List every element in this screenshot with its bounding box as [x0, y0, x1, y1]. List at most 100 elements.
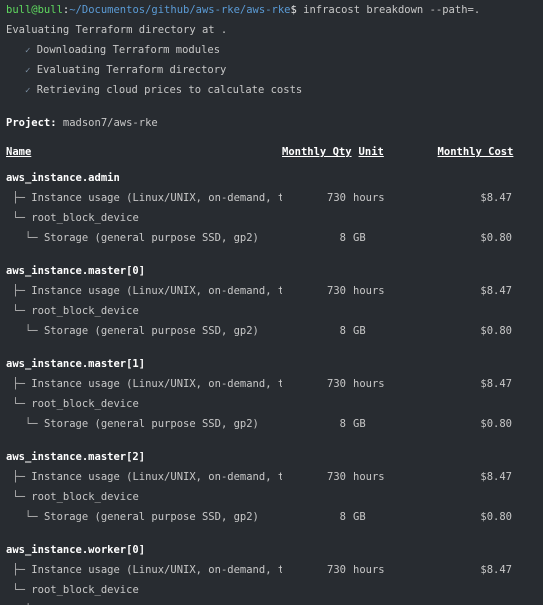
progress-step: ✓ Evaluating Terraform directory [0, 60, 543, 80]
progress-step-list: ✓ Downloading Terraform modules ✓ Evalua… [0, 40, 543, 100]
check-icon: ✓ [24, 66, 31, 76]
line-item-label: Storage (general purpose SSD, gp2) [43, 232, 259, 244]
project-label: Project: [6, 117, 57, 129]
unit-cell: hours [353, 471, 385, 483]
table-row: └─ root_block_device [0, 394, 543, 414]
table-row: └─ Storage (general purpose SSD, gp2) 8 GB… [0, 507, 543, 527]
resource-name-row: aws_instance.worker[0] [0, 540, 543, 560]
monthly-cost-cell: $8.47 [480, 378, 512, 390]
monthly-qty-cell: 730 [327, 471, 346, 483]
monthly-cost-cell: $8.47 [480, 192, 512, 204]
line-item-label: Instance usage (Linux/UNIX, on-demand, t… [31, 378, 282, 390]
table-row: ├─ Instance usage (Linux/UNIX, on-demand… [0, 560, 543, 580]
resource-group: aws_instance.master[1] ├─ Instance usage… [0, 354, 543, 447]
line-item-label: root_block_device [31, 398, 139, 410]
evaluating-heading: Evaluating Terraform directory at . [0, 20, 543, 40]
tree-branch-icon: ├─ [6, 285, 32, 297]
table-row: └─ root_block_device [0, 301, 543, 321]
terminal-window[interactable]: bull@bull:~/Documentos/github/aws-rke/aw… [0, 0, 543, 605]
tree-branch-icon: └─ [6, 418, 44, 430]
table-row: └─ Storage (general purpose SSD, gp2)8GB… [0, 321, 543, 341]
progress-step: ✓ Retrieving cloud prices to calculate c… [0, 80, 543, 100]
monthly-qty-cell: 8 [339, 418, 346, 430]
monthly-cost-cell: $0.80 [480, 325, 512, 337]
resource-name: aws_instance.admin [6, 172, 120, 184]
line-item-label: root_block_device [31, 491, 139, 503]
progress-step-label: Downloading Terraform modules [36, 44, 221, 56]
monthly-qty-cell: 8 [339, 325, 346, 337]
unit-cell: hours [353, 285, 385, 297]
monthly-cost-cell: $8.47 [480, 471, 512, 483]
line-item-label: root_block_device [31, 305, 139, 317]
line-item-label: Storage (general purpose SSD, gp2) [43, 511, 259, 523]
line-item-label: Storage (general purpose SSD, gp2) [43, 418, 259, 430]
monthly-cost-cell: $0.80 [480, 511, 512, 523]
resource-name-row: aws_instance.master[2] [0, 447, 543, 467]
monthly-qty-cell: 8 [339, 511, 346, 523]
monthly-cost-cell: $8.47 [480, 564, 512, 576]
table-row: └─ root_block_device [0, 580, 543, 600]
tree-branch-icon: └─ [6, 491, 32, 503]
line-item-label: Storage (general purpose SSD, gp2) [43, 325, 259, 337]
column-header-name: Name [6, 146, 32, 158]
check-icon: ✓ [24, 46, 31, 56]
resource-group: aws_instance.master[2] ├─ Instance usage… [0, 447, 543, 540]
table-row: ├─ Instance usage (Linux/UNIX, on-demand… [0, 467, 543, 487]
line-item-label: root_block_device [31, 212, 139, 224]
progress-step-label: Retrieving cloud prices to calculate cos… [36, 84, 303, 96]
unit-cell: GB [346, 600, 432, 605]
monthly-qty-cell: 8 [282, 600, 346, 605]
column-header-cost: Monthly Cost [437, 146, 514, 158]
monthly-cost-cell: $8.47 [480, 285, 512, 297]
project-line: Project: madson7/aws-rke [0, 113, 543, 133]
resource-name-row: aws_instance.master[0] [0, 261, 543, 281]
progress-step: ✓ Downloading Terraform modules [0, 40, 543, 60]
cost-breakdown-table: aws_instance.admin ├─ Instance usage (Li… [0, 168, 543, 605]
unit-cell: GB [353, 511, 366, 523]
tree-branch-icon: ├─ [6, 378, 32, 390]
tree-branch-icon: ├─ [6, 192, 32, 204]
resource-name-row: aws_instance.master[1] [0, 354, 543, 374]
resource-name: aws_instance.master[0] [6, 265, 146, 277]
prompt-user-host: bull@bull [6, 4, 63, 16]
resource-name: aws_instance.master[2] [6, 451, 146, 463]
table-row: ├─ Instance usage (Linux/UNIX, on-demand… [0, 281, 543, 301]
resource-group: aws_instance.admin ├─ Instance usage (Li… [0, 168, 543, 261]
unit-cell: GB [353, 232, 366, 244]
tree-branch-icon: └─ [6, 584, 32, 596]
monthly-cost-cell: $0.80 [432, 600, 543, 605]
table-row: └─ Storage (general purpose SSD, gp2) 8 GB… [0, 228, 543, 248]
monthly-cost-cell: $0.80 [480, 418, 512, 430]
table-row: └─ Storage (general purpose SSD, gp2)8GB… [0, 600, 543, 605]
project-value: madson7/aws-rke [56, 117, 158, 129]
tree-branch-icon: ├─ [6, 564, 32, 576]
tree-branch-icon: └─ [6, 325, 44, 337]
monthly-qty-cell: 730 [327, 378, 346, 390]
tree-branch-icon: └─ [6, 232, 44, 244]
tree-branch-icon: ├─ [6, 471, 32, 483]
line-item-label: Instance usage (Linux/UNIX, on-demand, t… [31, 471, 282, 483]
table-row: ├─ Instance usage (Linux/UNIX, on-demand… [0, 188, 543, 208]
table-row: ├─ Instance usage (Linux/UNIX, on-demand… [0, 374, 543, 394]
tree-branch-icon: └─ [6, 511, 44, 523]
evaluating-heading-text: Evaluating Terraform directory at . [6, 24, 228, 36]
monthly-qty-cell: 730 [327, 192, 346, 204]
unit-cell: hours [353, 378, 385, 390]
monthly-qty-cell: 8 [339, 232, 346, 244]
tree-branch-icon: └─ [6, 398, 32, 410]
column-header-unit: Unit [358, 146, 384, 158]
table-header: Name Monthly Qty Unit Monthly Cost [0, 142, 543, 162]
check-icon: ✓ [24, 86, 31, 96]
unit-cell: hours [353, 564, 385, 576]
table-row: └─ root_block_device [0, 208, 543, 228]
prompt-path: ~/Documentos/github/aws-rke/aws-rke [69, 4, 291, 16]
tree-branch-icon: └─ [6, 305, 32, 317]
command-text: infracost breakdown --path=. [296, 4, 481, 16]
line-item-label: Instance usage (Linux/UNIX, on-demand, t… [31, 564, 282, 576]
